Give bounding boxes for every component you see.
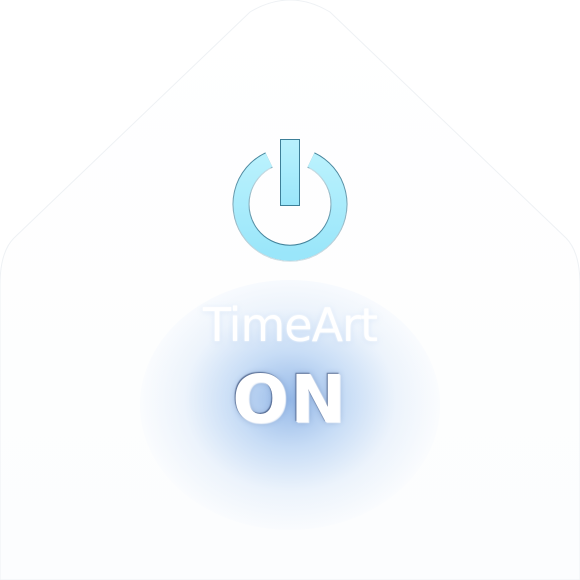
power-state-label[interactable]: ON [140, 360, 440, 440]
brand-label: TimeArt [203, 298, 378, 352]
device-screen: TimeArt ON [0, 0, 580, 580]
power-icon [232, 139, 348, 262]
power-button[interactable] [232, 133, 348, 263]
